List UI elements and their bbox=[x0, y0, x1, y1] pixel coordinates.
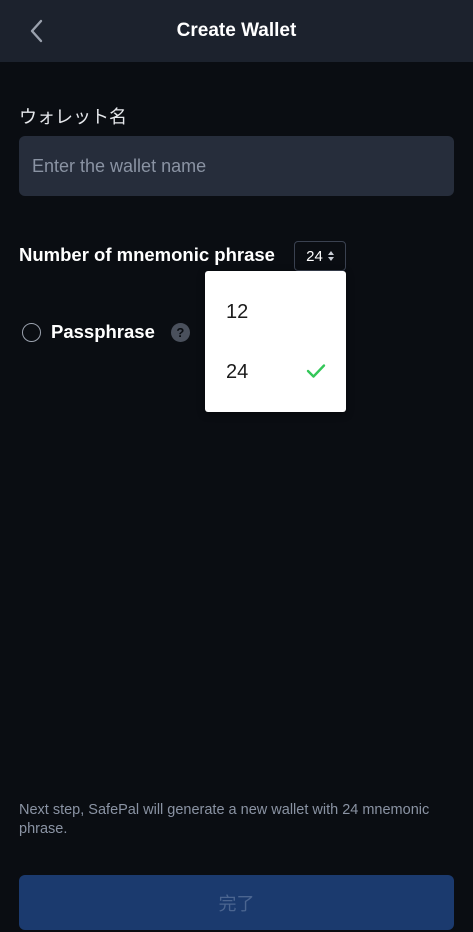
wallet-name-label: ウォレット名 bbox=[19, 107, 127, 128]
option-24[interactable]: 24 bbox=[205, 344, 346, 400]
mnemonic-count-label: Number of mnemonic phrase bbox=[19, 244, 275, 265]
chevron-left-icon bbox=[30, 19, 43, 43]
option-12[interactable]: 12 bbox=[205, 284, 346, 340]
mnemonic-count-value: 24 bbox=[306, 247, 323, 265]
help-glyph: ? bbox=[176, 324, 185, 340]
mnemonic-count-select[interactable]: 24 bbox=[294, 241, 346, 271]
passphrase-label: Passphrase bbox=[51, 321, 155, 342]
mnemonic-count-dropdown: 12 24 bbox=[205, 271, 346, 412]
option-24-label: 24 bbox=[226, 360, 249, 383]
create-wallet-screen: Create Wallet ウォレット名 Number of mnemonic … bbox=[0, 0, 473, 932]
done-button[interactable]: 完了 bbox=[19, 875, 454, 930]
help-icon[interactable]: ? bbox=[170, 322, 190, 342]
page-title: Create Wallet bbox=[176, 20, 297, 41]
checkmark-icon bbox=[306, 364, 326, 378]
done-button-label: 完了 bbox=[218, 893, 255, 915]
passphrase-radio[interactable] bbox=[22, 322, 41, 342]
next-step-hint: Next step, SafePal will generate a new w… bbox=[19, 802, 430, 837]
passphrase-row: Passphrase ? bbox=[22, 321, 190, 343]
updown-arrows-icon bbox=[327, 251, 334, 261]
header-bar: Create Wallet bbox=[0, 0, 473, 62]
back-button[interactable] bbox=[22, 16, 50, 46]
wallet-name-input[interactable] bbox=[19, 136, 454, 196]
option-12-label: 12 bbox=[226, 300, 249, 323]
